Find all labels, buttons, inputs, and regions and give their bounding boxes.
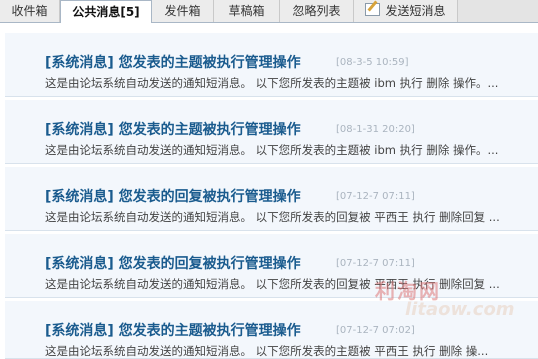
tab-label: 公共消息[5] <box>72 5 140 19</box>
message-date: [07-12-7 07:11] <box>336 258 415 269</box>
message-title[interactable]: [系统消息] 您发表的主题被执行管理操作 <box>45 320 301 340</box>
list-item[interactable]: [系统消息] 您发表的主题被执行管理操作 [07-12-7 07:02] 这是由… <box>5 301 538 359</box>
tab-label: 忽略列表 <box>292 4 341 18</box>
message-title[interactable]: [系统消息] 您发表的主题被执行管理操作 <box>45 119 301 139</box>
list-item[interactable]: [系统消息] 您发表的回复被执行管理操作 [07-12-7 07:11] 这是由… <box>5 167 538 231</box>
tab-inbox[interactable]: 收件箱 <box>0 0 60 22</box>
message-title[interactable]: [系统消息] 您发表的回复被执行管理操作 <box>45 253 301 273</box>
tab-ignore-list[interactable]: 忽略列表 <box>280 0 354 22</box>
list-item[interactable]: [系统消息] 您发表的主题被执行管理操作 [08-1-31 20:20] 这是由… <box>5 100 538 164</box>
message-list: [系统消息] 您发表的主题被执行管理操作 [08-3-5 10:59] 这是由论… <box>0 23 538 359</box>
message-date: [08-3-5 10:59] <box>336 57 409 68</box>
message-preview: 这是由论坛系统自动发送的通知短消息。 以下您所发表的回复被 平西王 执行 删除回… <box>45 277 500 291</box>
tab-drafts[interactable]: 草稿箱 <box>214 0 280 22</box>
tab-bar: 收件箱 公共消息[5] 发件箱 草稿箱 忽略列表 发送短消息 <box>0 0 538 24</box>
tab-label: 收件箱 <box>11 4 48 18</box>
message-preview: 这是由论坛系统自动发送的通知短消息。 以下您所发表的主题被 ibm 执行 删除 … <box>45 76 499 90</box>
list-item[interactable]: [系统消息] 您发表的回复被执行管理操作 [07-12-7 07:11] 这是由… <box>5 234 538 298</box>
message-title[interactable]: [系统消息] 您发表的主题被执行管理操作 <box>45 52 301 72</box>
tab-send-message[interactable]: 发送短消息 <box>354 0 458 22</box>
message-date: [08-1-31 20:20] <box>336 124 415 135</box>
message-preview: 这是由论坛系统自动发送的通知短消息。 以下您所发表的主题被 平西王 执行 删除 … <box>45 344 489 358</box>
message-date: [07-12-7 07:11] <box>336 191 415 202</box>
tab-outbox[interactable]: 发件箱 <box>152 0 214 22</box>
message-preview: 这是由论坛系统自动发送的通知短消息。 以下您所发表的主题被 ibm 执行 删除 … <box>45 143 499 157</box>
compose-icon <box>365 3 381 16</box>
tab-label: 草稿箱 <box>228 4 265 18</box>
message-preview: 这是由论坛系统自动发送的通知短消息。 以下您所发表的回复被 平西王 执行 删除回… <box>45 210 500 224</box>
tab-label: 发送短消息 <box>385 4 446 18</box>
message-title[interactable]: [系统消息] 您发表的回复被执行管理操作 <box>45 186 301 206</box>
tab-label: 发件箱 <box>164 4 201 18</box>
list-item[interactable]: [系统消息] 您发表的主题被执行管理操作 [08-3-5 10:59] 这是由论… <box>5 33 538 97</box>
tab-public-messages[interactable]: 公共消息[5] <box>60 0 152 24</box>
message-date: [07-12-7 07:02] <box>336 325 415 336</box>
